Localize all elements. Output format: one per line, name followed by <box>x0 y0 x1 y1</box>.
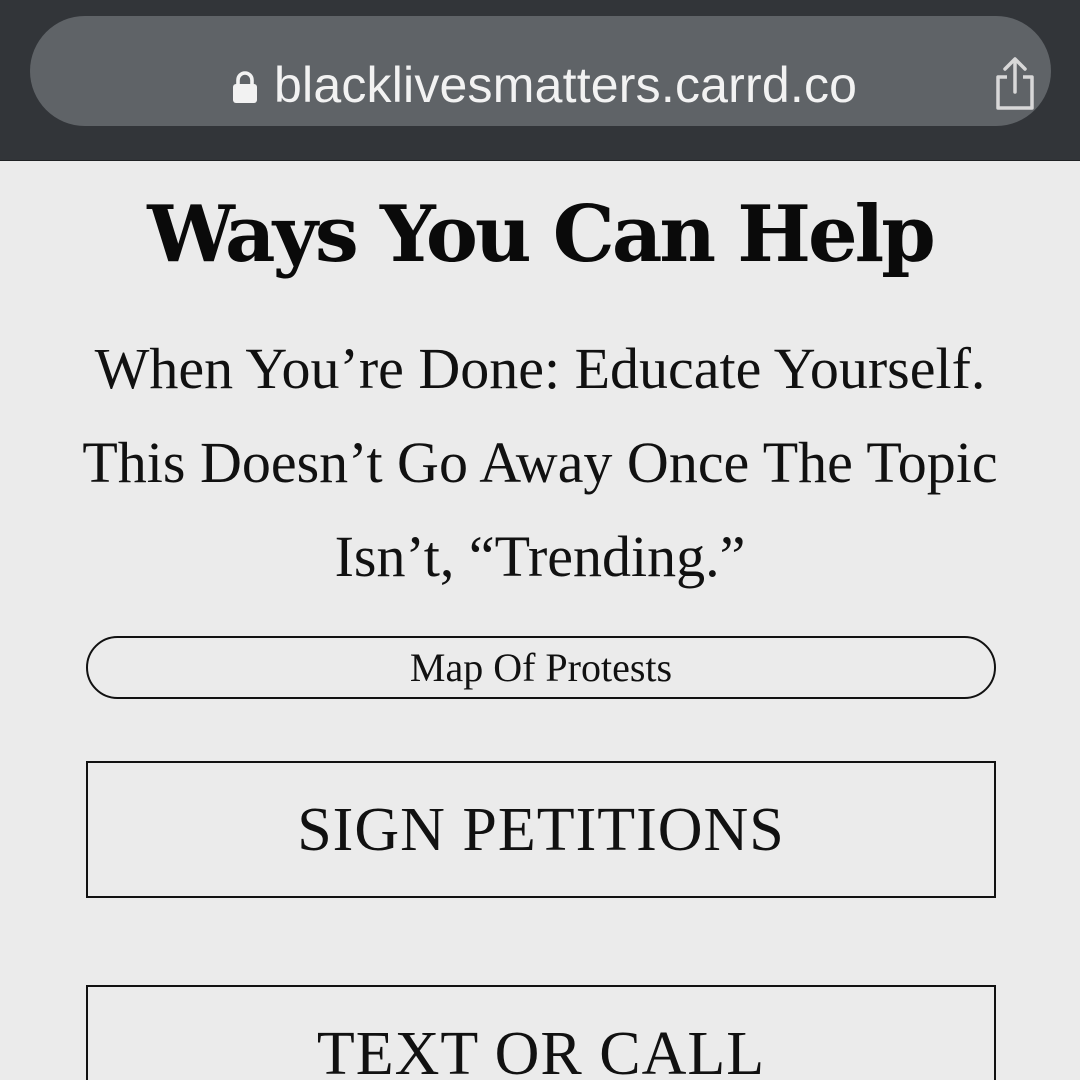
text-or-call-button[interactable]: TEXT OR CALL <box>86 985 996 1080</box>
address-bar[interactable]: blacklivesmatters.carrd.co <box>30 16 1051 126</box>
sign-petitions-label: SIGN PETITIONS <box>297 795 785 864</box>
sign-petitions-button[interactable]: SIGN PETITIONS <box>86 761 996 898</box>
text-or-call-label: TEXT OR CALL <box>316 1020 766 1080</box>
browser-toolbar: blacklivesmatters.carrd.co <box>0 0 1080 161</box>
map-of-protests-label: Map Of Protests <box>409 644 673 690</box>
page-title: Ways You Can Help <box>147 189 936 280</box>
map-of-protests-button[interactable]: Map Of Protests <box>86 636 996 699</box>
share-icon[interactable] <box>990 56 1040 112</box>
screen: blacklivesmatters.carrd.co Ways You Can … <box>0 0 1080 1080</box>
lock-icon <box>233 71 257 103</box>
url-text[interactable]: blacklivesmatters.carrd.co <box>274 52 857 118</box>
intro-text: When You’re Done: Educate Yourself. This… <box>82 336 998 589</box>
